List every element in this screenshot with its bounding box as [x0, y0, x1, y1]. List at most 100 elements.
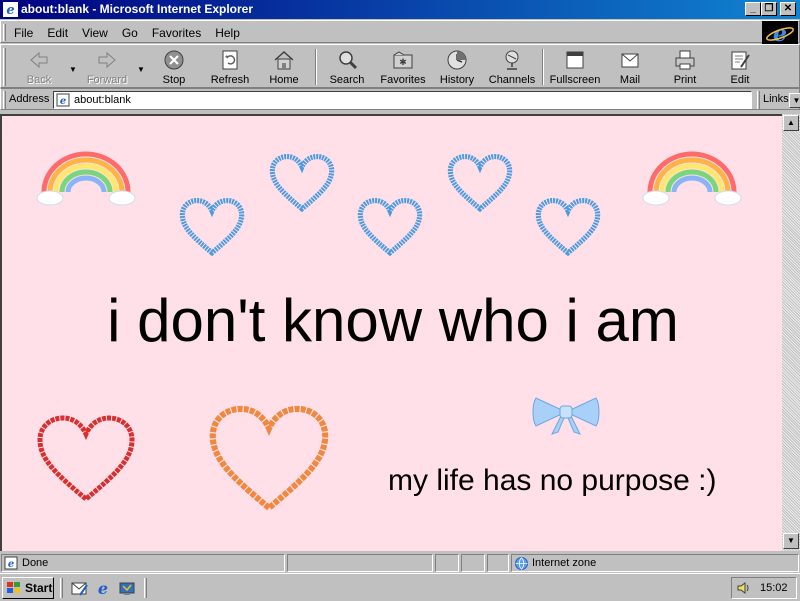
taskbar: Start e 15:02	[0, 573, 800, 601]
close-button[interactable]: ✕	[780, 2, 796, 16]
page-headline: i don't know who i am	[107, 287, 679, 354]
bow-icon	[532, 397, 600, 435]
start-button[interactable]: Start	[2, 577, 54, 599]
search-icon	[339, 51, 358, 70]
toolbar-grip[interactable]	[3, 48, 6, 86]
blue-heart-icon	[179, 198, 245, 256]
blue-heart-icon	[357, 198, 423, 256]
forward-arrow-icon	[98, 51, 116, 69]
rainbow-icon	[642, 151, 742, 206]
close-icon: ✕	[783, 3, 793, 14]
windows-logo-icon	[7, 582, 20, 593]
page-subline: my life has no purpose :)	[388, 464, 717, 497]
maximize-icon: ❐	[764, 3, 774, 14]
address-grip[interactable]	[3, 91, 6, 109]
svg-text:e: e	[6, 3, 14, 17]
clock[interactable]: 15:02	[760, 582, 788, 594]
orange-heart-icon	[209, 405, 329, 512]
channels-icon	[505, 50, 519, 70]
system-tray: 15:02	[731, 577, 797, 599]
links-grip[interactable]	[757, 91, 760, 109]
links-button[interactable]: Links	[763, 93, 789, 105]
toolbar-separator	[315, 49, 317, 85]
refresh-button[interactable]: Refresh	[202, 47, 258, 87]
status-bar: e Done Internet zone	[0, 553, 800, 573]
refresh-icon	[222, 50, 238, 70]
minimize-button[interactable]: _	[745, 2, 761, 16]
ie-quicklaunch-icon[interactable]: e	[94, 579, 112, 597]
status-message-pane: e Done	[1, 554, 285, 572]
print-icon	[675, 50, 695, 70]
channels-button[interactable]: Channels	[484, 47, 540, 87]
address-field[interactable]: e ▼	[53, 91, 800, 109]
ie-icon: e	[3, 2, 18, 17]
menu-bar: File Edit View Go Favorites Help	[0, 20, 800, 43]
svg-text:e: e	[773, 21, 787, 45]
ie-throbber: e	[762, 21, 798, 47]
toolbar-separator	[542, 49, 544, 85]
menu-help[interactable]: Help	[208, 24, 247, 42]
title-bar[interactable]: e about:blank - Microsoft Internet Explo…	[0, 0, 800, 19]
page-status-icon: e	[4, 556, 18, 570]
quicklaunch-grip[interactable]	[60, 578, 63, 598]
back-button[interactable]: Back	[11, 47, 67, 87]
menu-view[interactable]: View	[75, 24, 115, 42]
menu-edit[interactable]: Edit	[40, 24, 75, 42]
svg-text:✱: ✱	[399, 57, 407, 67]
print-button[interactable]: Print	[657, 47, 713, 87]
address-dropdown-button[interactable]: ▼	[789, 93, 800, 108]
back-dropdown-icon[interactable]: ▼	[69, 65, 77, 74]
page-icon: e	[56, 93, 70, 107]
edit-button[interactable]: Edit	[712, 47, 768, 87]
svg-text:e: e	[8, 559, 14, 570]
status-pane	[435, 554, 459, 572]
fullscreen-icon	[566, 51, 584, 69]
menu-file[interactable]: File	[7, 24, 40, 42]
home-button[interactable]: Home	[256, 47, 312, 87]
globe-icon	[515, 557, 528, 570]
favorites-button[interactable]: ✱ Favorites	[375, 47, 431, 87]
back-arrow-icon	[30, 51, 48, 69]
fullscreen-button[interactable]: Fullscreen	[547, 47, 603, 87]
blue-heart-icon	[535, 198, 601, 256]
maximize-button[interactable]: ❐	[761, 2, 777, 16]
history-icon	[447, 50, 467, 70]
show-desktop-icon[interactable]	[118, 579, 136, 597]
status-pane	[487, 554, 509, 572]
forward-button[interactable]: Forward	[79, 47, 135, 87]
blue-heart-icon	[447, 154, 513, 212]
taskbar-grip[interactable]	[144, 578, 147, 598]
address-label: Address	[9, 93, 50, 105]
chevron-down-icon: ▼	[787, 536, 795, 545]
ie-logo-icon: e	[766, 21, 794, 47]
mail-icon	[621, 53, 639, 68]
chevron-down-icon: ▼	[792, 96, 800, 105]
menu-go[interactable]: Go	[115, 24, 145, 42]
chevron-up-icon: ▲	[787, 118, 795, 127]
address-input[interactable]	[74, 93, 724, 107]
mail-button[interactable]: Mail	[602, 47, 658, 87]
minimize-icon: _	[750, 3, 756, 14]
vertical-scrollbar[interactable]: ▲ ▼	[782, 114, 800, 551]
speaker-icon[interactable]	[736, 581, 752, 595]
menu-favorites[interactable]: Favorites	[145, 24, 208, 42]
red-heart-icon	[37, 415, 135, 503]
search-button[interactable]: Search	[319, 47, 375, 87]
scroll-down-button[interactable]: ▼	[783, 533, 799, 549]
stop-button[interactable]: Stop	[146, 47, 202, 87]
toolbar: Back ▼ Forward ▼ Stop Refresh Home Searc…	[0, 44, 800, 88]
blue-heart-icon	[269, 154, 335, 212]
page-content: i don't know who i am my life has no pur…	[0, 114, 782, 551]
address-bar: Address e ▼ Links	[0, 88, 800, 110]
home-icon	[274, 50, 294, 70]
status-pane	[461, 554, 485, 572]
forward-dropdown-icon[interactable]: ▼	[137, 65, 145, 74]
outlook-express-icon[interactable]	[70, 579, 88, 597]
edit-icon	[731, 51, 750, 70]
history-button[interactable]: History	[429, 47, 485, 87]
status-text: Done	[22, 557, 49, 569]
status-pane	[287, 554, 433, 572]
svg-text:e: e	[98, 579, 108, 597]
scroll-up-button[interactable]: ▲	[783, 115, 799, 131]
menu-grip[interactable]	[3, 24, 6, 41]
